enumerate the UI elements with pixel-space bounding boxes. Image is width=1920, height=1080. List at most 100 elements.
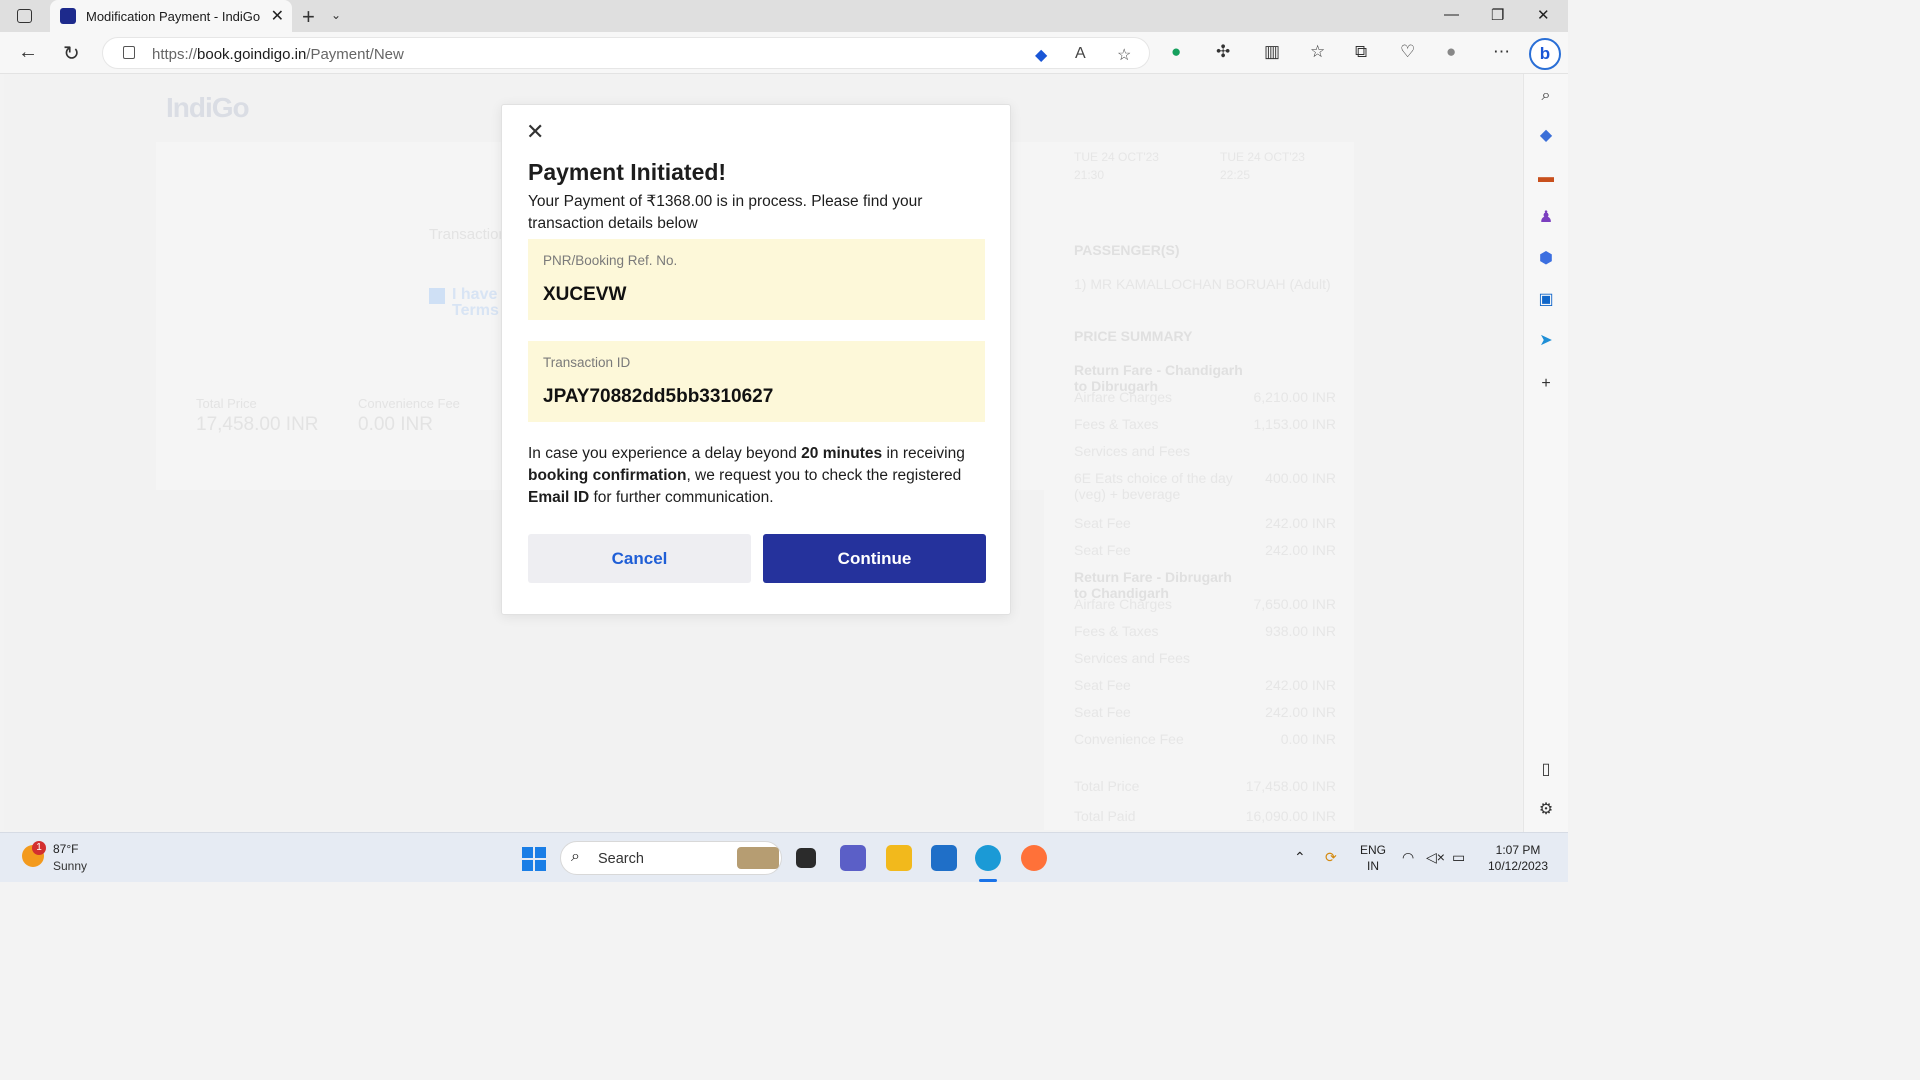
price-row: Fees & Taxes 938.00 INR xyxy=(1074,623,1336,639)
language-region[interactable]: IN xyxy=(1358,859,1388,873)
indigo-logo: IndiGo xyxy=(166,92,250,123)
tools-icon[interactable]: ▬ xyxy=(1536,168,1556,188)
volume-muted-icon[interactable]: ◁× xyxy=(1426,849,1445,866)
price-summary-heading: PRICE SUMMARY xyxy=(1074,328,1193,344)
collections-icon[interactable]: ⧉ xyxy=(1355,42,1367,62)
more-menu-icon[interactable]: ⋯ xyxy=(1493,42,1510,62)
price-row-amount: 242.00 INR xyxy=(1265,542,1336,558)
browser-essentials-icon[interactable]: ♡ xyxy=(1400,42,1415,62)
battery-icon[interactable]: ▭ xyxy=(1452,849,1465,866)
cancel-button[interactable]: Cancel xyxy=(528,534,751,583)
price-row: Services and Fees xyxy=(1074,650,1336,666)
url-field[interactable]: https://book.goindigo.in/Payment/New ◆ A… xyxy=(102,37,1150,69)
back-icon[interactable]: ← xyxy=(18,41,38,64)
price-row: Seat Fee 242.00 INR xyxy=(1074,515,1336,531)
price-row-amount: 242.00 INR xyxy=(1265,515,1336,531)
new-tab-icon[interactable]: + xyxy=(302,4,315,30)
restore-icon[interactable]: ❐ xyxy=(1491,6,1504,24)
dialog-description: Your Payment of ₹1368.00 is in process. … xyxy=(528,193,923,232)
shopping-icon[interactable]: ◆ xyxy=(1536,126,1556,146)
microsoft-store-icon[interactable] xyxy=(931,845,957,871)
bing-copilot-icon[interactable]: b xyxy=(1529,38,1561,70)
language-code[interactable]: ENG xyxy=(1358,843,1388,857)
price-row: Seat Fee 242.00 INR xyxy=(1074,704,1336,720)
price-row-label: Seat Fee xyxy=(1074,704,1131,720)
price-row-label: Seat Fee xyxy=(1074,677,1131,693)
close-icon[interactable]: ✕ xyxy=(526,121,544,143)
price-row: Fees & Taxes 1,153.00 INR xyxy=(1074,416,1336,432)
price-row-amount: 242.00 INR xyxy=(1265,677,1336,693)
outlook-icon[interactable]: ▣ xyxy=(1536,290,1556,310)
microsoft-365-icon[interactable]: ⬢ xyxy=(1536,249,1556,269)
price-row-amount: 17,458.00 INR xyxy=(1245,778,1336,794)
price-row-label: Fees & Taxes xyxy=(1074,416,1159,432)
tab-title: Modification Payment - IndiGo xyxy=(86,9,261,24)
passenger-name: 1) MR KAMALLOCHAN BORUAH (Adult) xyxy=(1074,276,1331,292)
chevron-down-icon[interactable]: ⌄ xyxy=(331,8,341,22)
sync-icon[interactable]: ⟳ xyxy=(1325,849,1337,866)
price-row: Airfare Charges 6,210.00 INR xyxy=(1074,389,1336,405)
terms-link[interactable]: Terms xyxy=(452,302,499,320)
add-icon[interactable]: + xyxy=(1536,374,1556,394)
delay-notice: In case you experience a delay beyond 20… xyxy=(528,445,965,506)
clock-time[interactable]: 1:07 PM xyxy=(1480,843,1556,857)
shopping-tag-icon[interactable]: ◆ xyxy=(1035,45,1047,65)
weather-temperature: 87°F xyxy=(53,842,79,856)
sidebar-toggle-icon[interactable]: ▯ xyxy=(1536,760,1556,780)
flight-time-2: 22:25 xyxy=(1220,168,1251,182)
tab-actions-icon[interactable] xyxy=(17,9,32,23)
edge-browser-icon[interactable] xyxy=(975,845,1001,871)
read-aloud-icon[interactable]: A xyxy=(1075,45,1086,63)
price-row: Seat Fee 242.00 INR xyxy=(1074,542,1336,558)
search-icon: ⌕ xyxy=(571,848,580,865)
file-explorer-icon[interactable] xyxy=(886,845,912,871)
settings-gear-icon[interactable]: ⚙ xyxy=(1536,800,1556,820)
terms-checkbox[interactable] xyxy=(429,288,445,304)
price-row-amount: 0.00 INR xyxy=(1280,731,1336,747)
address-bar: ← ↻ https://book.goindigo.in/Payment/New… xyxy=(0,32,1568,74)
games-icon[interactable]: ♟ xyxy=(1536,208,1556,228)
price-row-label: Convenience Fee xyxy=(1074,731,1184,747)
task-view-icon[interactable] xyxy=(796,848,816,868)
favorites-icon[interactable]: ☆ xyxy=(1310,42,1325,62)
price-row-label: Fees & Taxes xyxy=(1074,623,1159,639)
edge-sidebar: ⌕ ◆ ▬ ♟ ⬢ ▣ ➤ + ▯ ⚙ xyxy=(1523,74,1568,832)
extensions-icon[interactable]: ✣ xyxy=(1216,42,1230,62)
continue-button[interactable]: Continue xyxy=(763,534,986,583)
tab-close-icon[interactable]: ✕ xyxy=(271,6,284,26)
price-row-amount: 400.00 INR xyxy=(1265,470,1336,486)
price-row-label: Seat Fee xyxy=(1074,515,1131,531)
price-row-label: Total Price xyxy=(1074,778,1140,794)
split-screen-icon[interactable]: ▥ xyxy=(1264,42,1280,62)
price-row: Convenience Fee 0.00 INR xyxy=(1074,731,1336,747)
tab-active[interactable]: Modification Payment - IndiGo ✕ xyxy=(50,0,292,32)
drop-icon[interactable]: ➤ xyxy=(1536,331,1556,351)
price-row: Services and Fees xyxy=(1074,443,1336,459)
clock-date[interactable]: 10/12/2023 xyxy=(1480,859,1556,873)
window-close-icon[interactable]: ✕ xyxy=(1537,6,1550,24)
price-row-amount: 6,210.00 INR xyxy=(1253,389,1337,405)
minimize-icon[interactable]: — xyxy=(1444,6,1459,23)
wifi-icon[interactable]: ◠ xyxy=(1402,849,1414,866)
grammarly-icon[interactable]: ● xyxy=(1171,42,1181,62)
dialog-title: Payment Initiated! xyxy=(528,159,727,185)
lock-icon xyxy=(123,46,135,59)
price-row: 6E Eats choice of the day (veg) + bevera… xyxy=(1074,470,1336,502)
price-row-label: Services and Fees xyxy=(1074,650,1190,666)
windows-start-icon[interactable] xyxy=(522,847,546,871)
favorite-star-icon[interactable]: ☆ xyxy=(1117,45,1131,65)
teams-chat-icon[interactable] xyxy=(840,845,866,871)
total-price-label: Total Price xyxy=(196,396,257,411)
active-app-indicator xyxy=(979,879,997,882)
price-row-amount: 7,650.00 INR xyxy=(1253,596,1337,612)
search-icon[interactable]: ⌕ xyxy=(1536,86,1556,106)
firefox-icon[interactable] xyxy=(1021,845,1047,871)
price-row-amount: 1,153.00 INR xyxy=(1253,416,1337,432)
chevron-up-icon[interactable]: ⌃ xyxy=(1294,849,1306,866)
profile-avatar-icon[interactable]: ● xyxy=(1446,42,1456,62)
flight-date-2: TUE 24 OCT'23 xyxy=(1220,150,1305,164)
price-row-label: Seat Fee xyxy=(1074,542,1131,558)
price-row: Total Price 17,458.00 INR xyxy=(1074,778,1336,794)
refresh-icon[interactable]: ↻ xyxy=(63,41,80,66)
taskbar-search[interactable]: ⌕ Search xyxy=(560,841,782,875)
